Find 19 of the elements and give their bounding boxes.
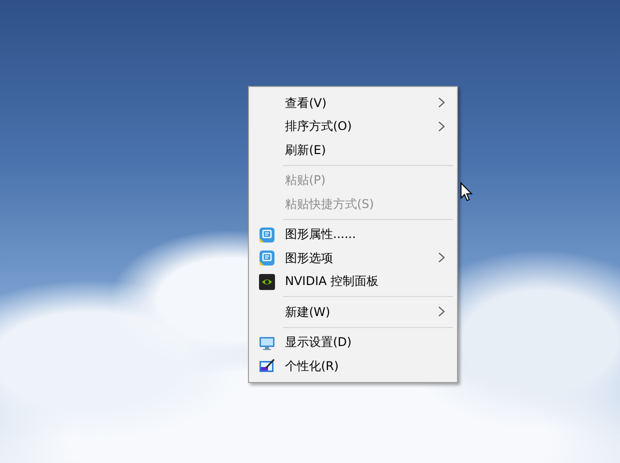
chevron-right-icon xyxy=(438,306,445,318)
personalize-icon xyxy=(259,358,275,374)
chevron-right-icon xyxy=(438,252,445,264)
menu-item[interactable]: 刷新(E) xyxy=(251,138,455,162)
menu-item[interactable]: 图形属性...... xyxy=(251,222,455,246)
pointer-icon xyxy=(460,182,473,202)
chevron-right-icon xyxy=(438,97,445,108)
menu-item[interactable]: 图形选项 xyxy=(251,246,455,270)
menu-item[interactable]: 新建(W) xyxy=(251,300,455,324)
menu-item[interactable]: 查看(V) xyxy=(251,91,455,114)
graphics-icon xyxy=(259,226,275,242)
chevron-right-icon xyxy=(438,120,445,132)
nvidia-icon xyxy=(259,274,275,290)
menu-item[interactable]: 排序方式(O) xyxy=(251,114,455,138)
menu-item[interactable]: 个性化(R) xyxy=(251,354,455,378)
graphics-icon xyxy=(259,250,275,266)
monitor-icon xyxy=(259,334,275,350)
menu-item[interactable]: NVIDIA 控制面板 xyxy=(251,270,455,293)
menu-item[interactable]: 显示设置(D) xyxy=(251,330,455,354)
